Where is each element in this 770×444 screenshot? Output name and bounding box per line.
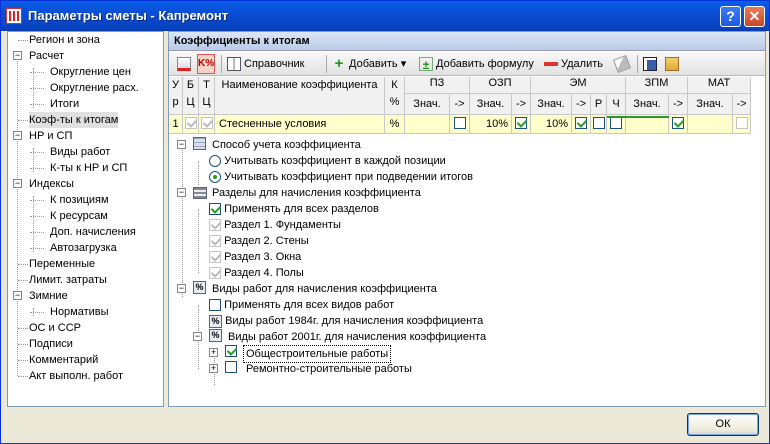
collapse-icon[interactable]: − [13,131,22,140]
header-bc: БЦ [183,77,199,115]
add-formula-button[interactable]: ± Добавить формулу [419,55,534,73]
header-em-ch: Ч [607,94,626,115]
collapse-icon[interactable]: − [177,140,186,149]
row-k-pct[interactable]: % [385,115,405,134]
reference-button[interactable]: Справочник [227,55,305,73]
list-icon [193,187,207,199]
collapse-icon[interactable]: − [193,332,202,341]
percent-toggle-icon[interactable]: K% [197,54,215,74]
header-em-value: Знач. [531,94,572,115]
collapse-icon[interactable]: − [177,188,186,197]
row-em-arrow-checkbox[interactable] [572,115,591,134]
radio-each-position-input[interactable] [209,155,221,168]
collapse-icon[interactable]: − [13,51,22,60]
title-bar[interactable]: Параметры сметы - Капремонт ? ✕ [1,1,769,31]
row-pz-arrow-checkbox[interactable] [450,115,470,134]
row-ozp-value[interactable]: 10% [470,115,512,134]
header-zpm: ЗПМ [626,77,688,94]
section-2[interactable]: Раздел 2. Стены [209,233,309,249]
ok-button[interactable]: ОК [687,413,759,436]
header-coef-name: Наименование коэффициента [215,77,385,115]
header-em-arrow: -> [572,94,591,115]
save-icon[interactable] [643,55,659,73]
folder-open-icon[interactable] [665,55,681,73]
dialog-window: Параметры сметы - Капремонт ? ✕ Регион и… [0,0,770,444]
row-bc-checkbox[interactable] [183,115,199,134]
percent-icon: % [209,314,222,328]
percent-icon: % [209,329,222,342]
radio-on-totals-input[interactable] [209,171,221,184]
repair-construction-checkbox[interactable] [225,361,237,373]
book-icon [227,57,241,72]
coefficients-table: Ур БЦ ТЦ Наименование коэффициента К% ПЗ… [169,77,765,134]
row-number: 1 [169,115,183,134]
minus-icon [544,57,558,72]
link-arrow-line [607,116,669,118]
formula-icon: ± [419,57,433,72]
section-4[interactable]: Раздел 4. Полы [209,265,304,281]
add-button[interactable]: + Добавить ▾ [332,55,407,73]
header-ozp-value: Знач. [470,94,512,115]
header-u: Ур [169,77,183,115]
row-tc-checkbox[interactable] [199,115,215,134]
row-pz-value[interactable] [405,115,450,134]
row-em-value[interactable]: 10% [531,115,572,134]
header-mat-value: Знач. [688,94,733,115]
eraser-icon[interactable] [613,55,631,74]
header-pz-value: Знач. [405,94,450,115]
works-1984[interactable]: % Виды работ 1984г. для начисления коэфф… [209,313,483,329]
coefficient-properties: − Способ учета коэффициента Учитывать коэ… [169,137,765,407]
row-mat-arrow-checkbox[interactable] [733,115,751,134]
settings-tree: Регион и зона − Расчет Округление цен Окр… [7,31,164,407]
percent-icon: % [193,281,206,294]
apply-all-works[interactable]: Применять для всех видов работ [209,297,394,313]
delete-button[interactable]: Удалить [544,55,603,73]
toolbar: K% Справочник + Добавить ▾ ± Добавить форм… [169,52,765,76]
collapse-icon[interactable]: − [177,284,186,293]
coefficients-panel: Коэффициенты к итогам K% Справочник + Доб… [168,31,766,407]
section-1[interactable]: Раздел 1. Фундаменты [209,217,341,233]
apply-all-works-checkbox[interactable] [209,299,221,312]
header-ozp-arrow: -> [512,94,531,115]
header-em-r: Р [591,94,607,115]
window-title: Параметры сметы - Капремонт [28,8,229,23]
radio-each-position[interactable]: Учитывать коэффициент в каждой позиции [209,153,446,169]
collapse-icon[interactable]: − [13,291,22,300]
radio-on-totals[interactable]: Учитывать коэффициент при подведении ито… [209,169,473,185]
row-mat-value[interactable] [688,115,733,134]
header-ozp: ОЗП [470,77,531,94]
apply-all-sections[interactable]: Применять для всех разделов [209,201,379,217]
table-icon [193,137,206,150]
row-em-r-checkbox[interactable] [591,115,607,134]
export-icon[interactable] [177,55,193,73]
header-tc: ТЦ [199,77,215,115]
app-icon [6,8,22,24]
collapse-icon[interactable]: − [13,179,22,188]
section-3[interactable]: Раздел 3. Окна [209,249,301,265]
general-construction-checkbox[interactable] [225,345,237,357]
row-zpm-arrow-checkbox[interactable] [669,115,688,134]
expand-icon[interactable]: + [209,364,218,373]
row-ozp-arrow-checkbox[interactable] [512,115,531,134]
apply-all-sections-checkbox[interactable] [209,203,221,216]
header-mat-arrow: -> [733,94,751,115]
help-button[interactable]: ? [720,6,741,27]
header-zpm-arrow: -> [669,94,688,115]
header-em: ЭМ [531,77,626,94]
header-pz-arrow: -> [450,94,470,115]
chevron-down-icon[interactable]: ▾ [401,58,407,70]
header-mat: МАТ [688,77,751,94]
row-coef-name[interactable]: Стесненные условия [215,115,385,134]
close-button[interactable]: ✕ [744,6,765,27]
panel-title: Коэффициенты к итогам [169,32,765,51]
header-pz: ПЗ [405,77,470,94]
plus-icon: + [334,55,344,73]
header-k: К% [385,77,405,115]
expand-icon[interactable]: + [209,348,218,357]
header-zpm-value: Знач. [626,94,669,115]
